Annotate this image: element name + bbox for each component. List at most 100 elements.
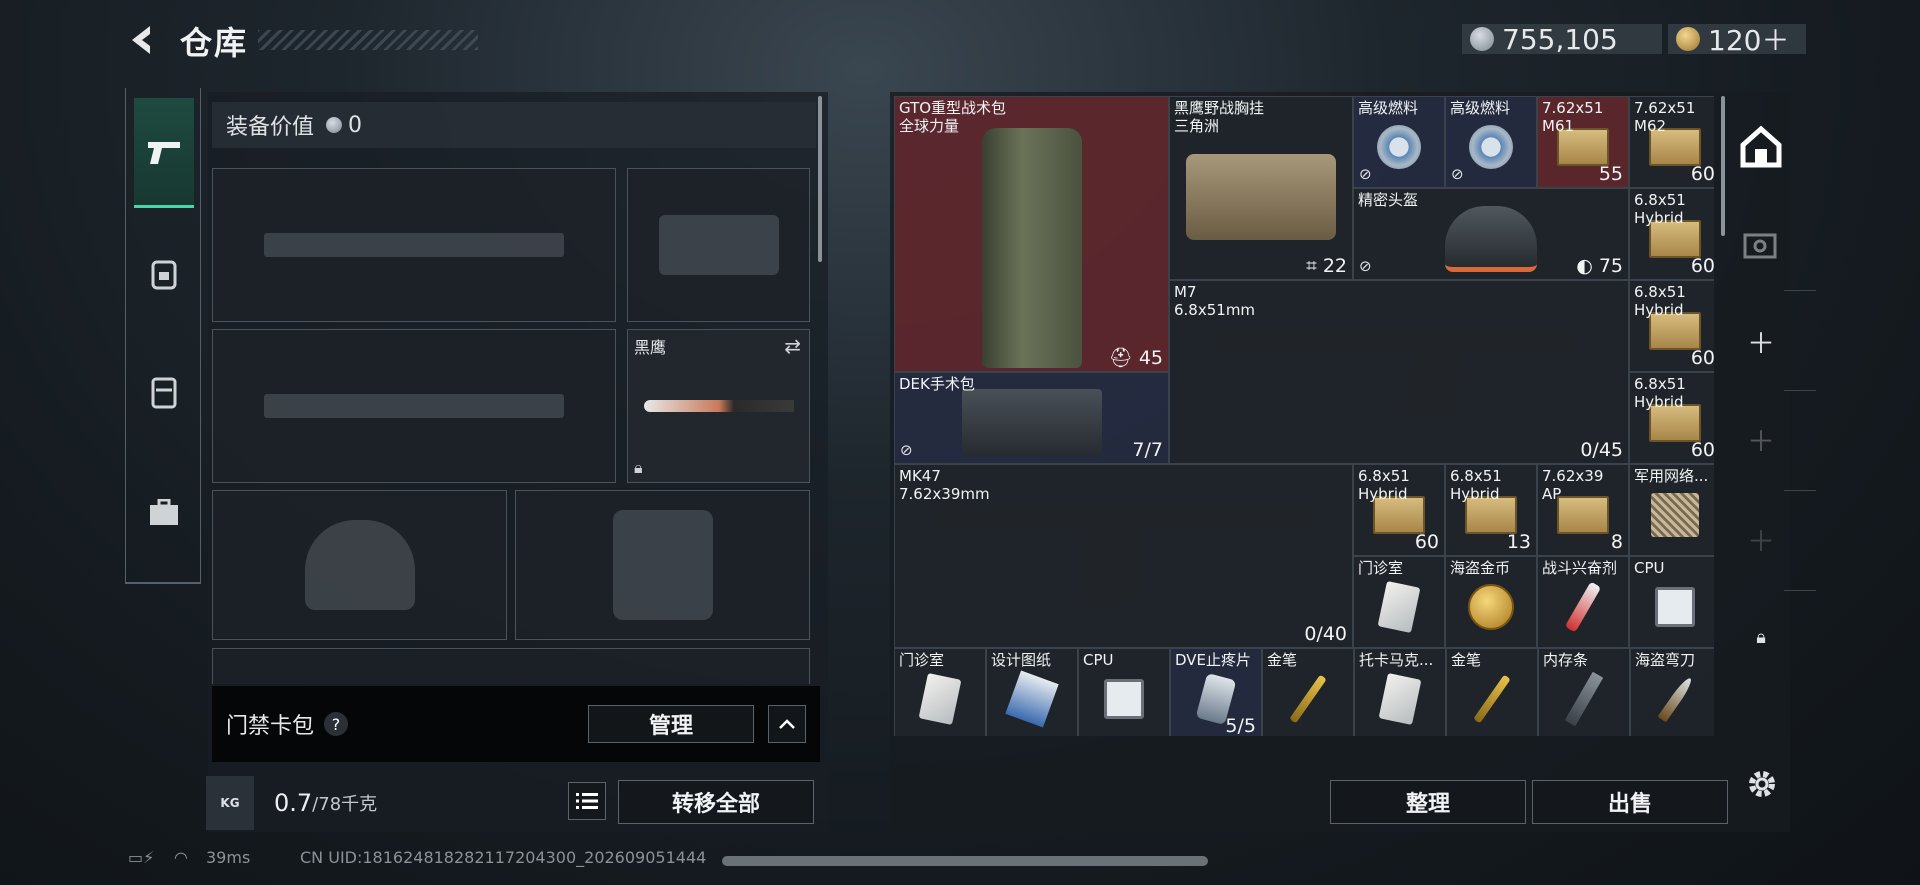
- equipment-value-bar: 装备价值 0: [212, 102, 816, 148]
- helmet-slot[interactable]: [212, 490, 507, 640]
- equipment-value-label: 装备价值: [226, 115, 315, 140]
- add-stash-button[interactable]: ＋: [1746, 420, 1776, 460]
- stash-icon: [1740, 125, 1782, 168]
- primary-weapon-slot[interactable]: [212, 168, 616, 322]
- stash-item[interactable]: 托卡马克...: [1354, 648, 1446, 736]
- silver-coin-icon: [1470, 27, 1494, 51]
- stash-item[interactable]: 内存条: [1538, 648, 1630, 736]
- item-count-value: 45: [1138, 347, 1163, 369]
- item-name: 海盗金币: [1450, 559, 1511, 577]
- stash-item[interactable]: 黑鹰野战胸挂 三角洲 ⌗ 22: [1169, 96, 1353, 280]
- stash-item[interactable]: 7.62x51 M62 60: [1629, 96, 1714, 188]
- page-title: 仓库: [180, 24, 249, 62]
- sort-button[interactable]: 整理: [1330, 780, 1526, 824]
- stash-item[interactable]: GTO重型战术包 全球力量 ⛑ 45: [894, 96, 1169, 372]
- item-count: 0/45: [1580, 439, 1623, 461]
- item-name: 6.8x51: [1358, 467, 1410, 485]
- stash-item[interactable]: 金笔: [1446, 648, 1538, 736]
- stash-item[interactable]: 海盗金币: [1445, 556, 1537, 648]
- collapse-button[interactable]: [768, 705, 806, 743]
- item-name: CPU: [1083, 651, 1114, 669]
- stash-item[interactable]: 7.62x39 AP 8: [1537, 464, 1629, 556]
- secondary-weapon-slot[interactable]: [212, 329, 616, 483]
- rail-tab-equipment[interactable]: [134, 218, 194, 328]
- stash-item[interactable]: 海盗弯刀: [1630, 648, 1714, 736]
- manage-button[interactable]: 管理: [588, 705, 754, 743]
- rail-tab-case[interactable]: [134, 458, 194, 568]
- stash-item[interactable]: CPU: [1078, 648, 1170, 736]
- stash-item[interactable]: 6.8x51 Hybrid 60: [1629, 188, 1714, 280]
- transfer-all-button[interactable]: 转移全部: [618, 780, 814, 824]
- item-name: 6.8x51: [1634, 191, 1686, 209]
- equipment-value-amount: 0: [348, 112, 363, 138]
- stash-item[interactable]: 金笔: [1262, 648, 1354, 736]
- item-count-value: 75: [1598, 255, 1623, 277]
- armor-silhouette-icon: [532, 507, 793, 623]
- item-count: 7/7: [1132, 439, 1163, 461]
- stash-item[interactable]: CPU: [1629, 556, 1714, 648]
- divider: [1784, 390, 1816, 391]
- no-sell-icon: ⊘: [900, 441, 913, 459]
- stash-item[interactable]: 6.8x51 Hybrid 60: [1629, 372, 1714, 464]
- stash-item[interactable]: 门诊室: [894, 648, 986, 736]
- item-count: 60: [1690, 255, 1714, 277]
- gold-currency[interactable]: 120＋: [1668, 24, 1806, 57]
- ammo-box-icon: [1557, 495, 1609, 534]
- uid-text: CN UID:1816248182821172043​00_20260905​1…: [300, 848, 707, 867]
- stash-item[interactable]: 精密头盔 ⊘ ◐ 75: [1353, 188, 1629, 280]
- rail-tab-vest[interactable]: [134, 338, 194, 448]
- item-name: 6.8x51: [1634, 283, 1686, 301]
- item-count-value: 22: [1322, 255, 1347, 277]
- settings-button[interactable]: [1740, 762, 1784, 806]
- stash-item[interactable]: 设计图纸: [986, 648, 1078, 736]
- item-name: 门诊室: [1358, 559, 1404, 577]
- pirate-coin-icon: [1468, 583, 1514, 630]
- item-name: 高级燃料: [1450, 99, 1511, 117]
- stash-scrollbar[interactable]: [1721, 96, 1725, 236]
- list-icon: [576, 793, 598, 809]
- stash-item[interactable]: 高级燃料 ⊘: [1353, 96, 1445, 188]
- stash-tab-main[interactable]: [1736, 122, 1786, 172]
- stimulant-icon: [1564, 580, 1602, 633]
- stash-item[interactable]: DVE止疼片 5/5: [1170, 648, 1262, 736]
- rail-tab-weapons[interactable]: [134, 98, 194, 208]
- item-name: 军用网络...: [1634, 467, 1709, 485]
- add-stash-button[interactable]: ＋: [1746, 322, 1776, 362]
- item-count: 5/5: [1225, 715, 1256, 736]
- item-sub: AP: [1542, 485, 1562, 503]
- divider: [1784, 590, 1816, 591]
- help-icon[interactable]: ?: [324, 712, 349, 736]
- stash-tab-iv[interactable]: [1736, 220, 1786, 270]
- medkit-icon: [961, 388, 1102, 457]
- stash-item[interactable]: 6.8x51 Hybrid 60: [1353, 464, 1445, 556]
- list-view-button[interactable]: [568, 782, 606, 820]
- extra-slot[interactable]: [212, 648, 810, 684]
- back-button[interactable]: [124, 22, 164, 62]
- stash-item[interactable]: MK47 7.62x39mm 0/40: [894, 464, 1353, 648]
- add-stash-button[interactable]: ＋: [1746, 520, 1776, 560]
- item-name: 设计图纸: [991, 651, 1052, 669]
- stash-item[interactable]: 6.8x51 Hybrid 60: [1629, 280, 1714, 372]
- stash-item[interactable]: 战斗兴奋剂: [1537, 556, 1629, 648]
- item-sub: M62: [1634, 117, 1667, 135]
- stash-item[interactable]: 7.62x51 M61 55: [1537, 96, 1629, 188]
- melee-slot[interactable]: 黑鹰 ⇄ 🔒︎: [627, 329, 810, 483]
- item-name: 黑鹰野战胸挂: [1174, 99, 1265, 117]
- sell-button[interactable]: 出售: [1532, 780, 1728, 824]
- stash-item[interactable]: 军用网络...: [1629, 464, 1714, 556]
- melee-name: 黑鹰: [634, 338, 667, 357]
- weight-value: 0.7: [274, 789, 313, 817]
- stash-item[interactable]: 高级燃料 ⊘: [1445, 96, 1537, 188]
- pistol-slot[interactable]: [627, 168, 810, 322]
- item-name: 内存条: [1543, 651, 1589, 669]
- item-count: 60: [1414, 531, 1439, 553]
- loadout-scrollbar[interactable]: [818, 96, 822, 262]
- armor-slot[interactable]: [515, 490, 810, 640]
- stash-item[interactable]: DEK手术包 ⊘ 7/7: [894, 372, 1169, 464]
- stash-item[interactable]: 6.8x51 Hybrid 13: [1445, 464, 1537, 556]
- cpu-icon: [1655, 586, 1695, 627]
- pistol-silhouette-icon: [644, 185, 793, 305]
- swap-icon[interactable]: ⇄: [784, 334, 801, 358]
- stash-item[interactable]: 门诊室: [1353, 556, 1445, 648]
- stash-item[interactable]: M7 6.8x51mm 0/45: [1169, 280, 1629, 464]
